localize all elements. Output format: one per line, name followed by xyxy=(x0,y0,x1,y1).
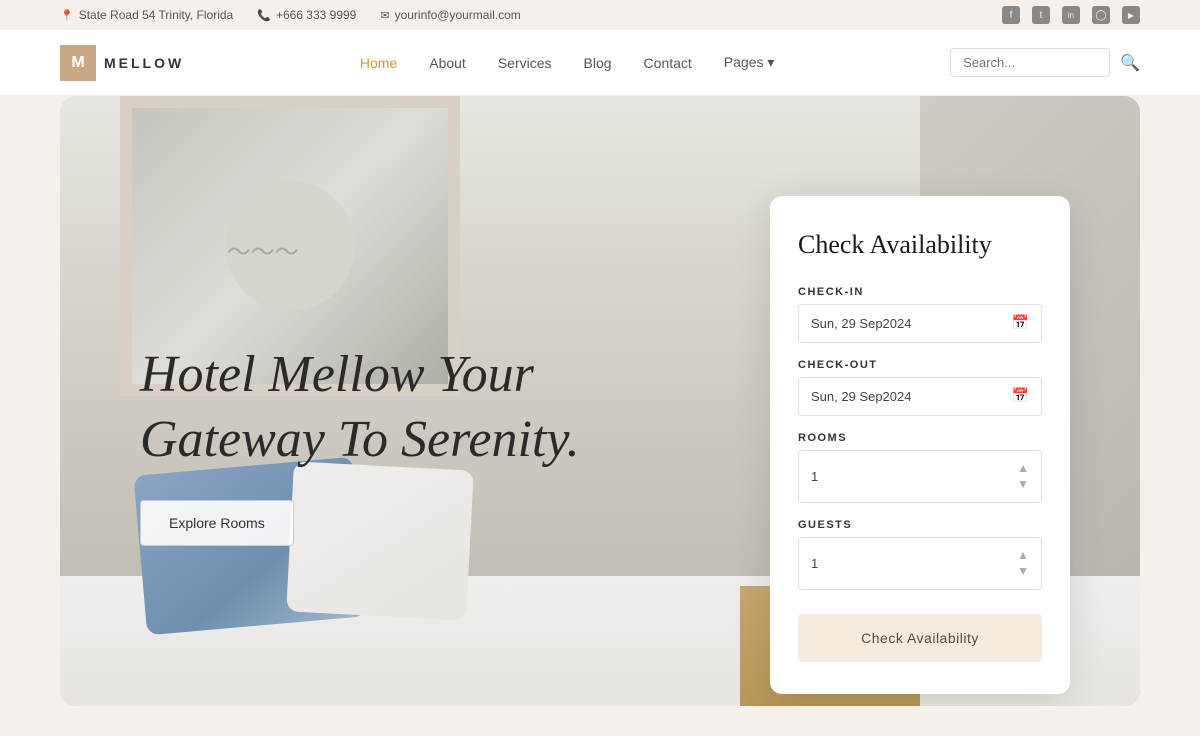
guests-group: GUESTS 1 ▲▼ xyxy=(798,519,1042,590)
checkout-value: Sun, 29 Sep2024 xyxy=(811,389,911,404)
search-input[interactable] xyxy=(950,48,1110,77)
guests-input[interactable]: 1 ▲▼ xyxy=(798,537,1042,590)
phone-item: +666 333 9999 xyxy=(257,8,356,22)
nav-about[interactable]: About xyxy=(429,55,466,71)
art-squiggle: 〜〜〜 xyxy=(227,232,299,267)
checkout-group: CHECK-OUT Sun, 29 Sep2024 📅 xyxy=(798,359,1042,416)
logo-text: MELLOW xyxy=(104,55,184,71)
checkin-group: CHECK-IN Sun, 29 Sep2024 📅 xyxy=(798,286,1042,343)
phone-text: +666 333 9999 xyxy=(276,8,356,22)
nav-contact[interactable]: Contact xyxy=(644,55,692,71)
checkin-label: CHECK-IN xyxy=(798,286,1042,298)
linkedin-icon[interactable] xyxy=(1062,6,1080,24)
navbar: M MELLOW Home About Services Blog Contac… xyxy=(0,30,1200,96)
address-item: State Road 54 Trinity, Florida xyxy=(60,8,233,22)
availability-card: Check Availability CHECK-IN Sun, 29 Sep2… xyxy=(770,196,1070,694)
logo[interactable]: M MELLOW xyxy=(60,45,184,81)
hero-text: Hotel Mellow Your Gateway To Serenity. E… xyxy=(140,342,580,546)
hero-title: Hotel Mellow Your Gateway To Serenity. xyxy=(140,342,580,472)
checkout-calendar-icon: 📅 xyxy=(1012,388,1029,405)
topbar: State Road 54 Trinity, Florida +666 333 … xyxy=(0,0,1200,30)
nav-links: Home About Services Blog Contact Pages ▾ xyxy=(360,54,775,71)
topbar-left: State Road 54 Trinity, Florida +666 333 … xyxy=(60,8,521,22)
nav-right: 🔍 xyxy=(950,48,1140,77)
instagram-icon[interactable] xyxy=(1092,6,1110,24)
explore-rooms-button[interactable]: Explore Rooms xyxy=(140,500,294,546)
youtube-icon[interactable] xyxy=(1122,6,1140,24)
guests-spinner-icon: ▲▼ xyxy=(1017,548,1029,579)
mail-icon xyxy=(380,9,389,22)
twitter-icon[interactable] xyxy=(1032,6,1050,24)
checkin-input[interactable]: Sun, 29 Sep2024 📅 xyxy=(798,304,1042,343)
location-icon xyxy=(60,9,74,22)
nav-services[interactable]: Services xyxy=(498,55,552,71)
rooms-label: ROOMS xyxy=(798,432,1042,444)
logo-icon: M xyxy=(60,45,96,81)
rooms-spinner-icon: ▲▼ xyxy=(1017,461,1029,492)
email-item: yourinfo@yourmail.com xyxy=(380,8,520,22)
check-availability-button[interactable]: Check Availability xyxy=(798,614,1042,662)
nav-blog[interactable]: Blog xyxy=(584,55,612,71)
checkin-value: Sun, 29 Sep2024 xyxy=(811,316,911,331)
rooms-group: ROOMS 1 ▲▼ xyxy=(798,432,1042,503)
nav-pages[interactable]: Pages ▾ xyxy=(724,54,775,71)
nav-home[interactable]: Home xyxy=(360,55,397,71)
phone-icon xyxy=(257,9,271,22)
checkout-input[interactable]: Sun, 29 Sep2024 📅 xyxy=(798,377,1042,416)
guests-label: GUESTS xyxy=(798,519,1042,531)
rooms-input[interactable]: 1 ▲▼ xyxy=(798,450,1042,503)
email-text: yourinfo@yourmail.com xyxy=(395,8,521,22)
facebook-icon[interactable] xyxy=(1002,6,1020,24)
card-title: Check Availability xyxy=(798,228,1042,262)
checkin-calendar-icon: 📅 xyxy=(1012,315,1029,332)
checkout-label: CHECK-OUT xyxy=(798,359,1042,371)
hero-title-line2: Gateway To Serenity. xyxy=(140,411,580,468)
address-text: State Road 54 Trinity, Florida xyxy=(79,8,234,22)
guests-value: 1 xyxy=(811,556,818,571)
rooms-value: 1 xyxy=(811,469,818,484)
search-button[interactable]: 🔍 xyxy=(1120,53,1140,73)
hero-section: 〜〜〜 Hotel Mellow Your Gateway To Serenit… xyxy=(60,96,1140,706)
social-links xyxy=(1002,6,1140,24)
hero-title-line1: Hotel Mellow Your xyxy=(140,346,534,403)
